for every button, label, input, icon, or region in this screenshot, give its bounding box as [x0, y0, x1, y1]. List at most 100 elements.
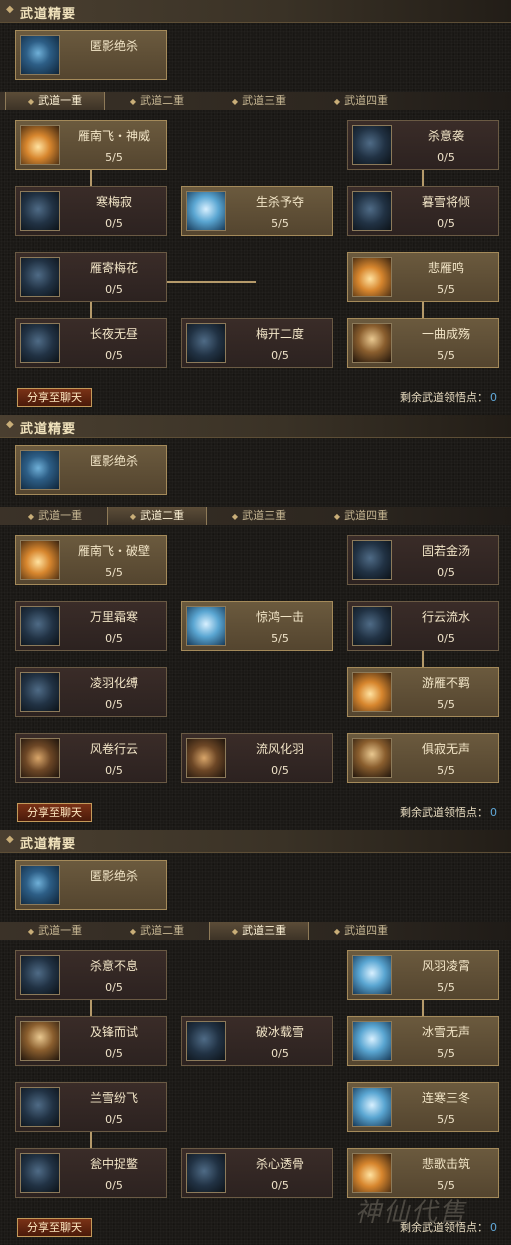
- tab-tier-1[interactable]: ◆ 武道一重: [5, 507, 105, 525]
- skill-level: 5/5: [437, 698, 455, 711]
- section-header: ◆ 武道精要: [0, 830, 511, 853]
- skill-name: 暮雪将倾: [421, 195, 470, 209]
- skill-card[interactable]: 俱寂无声 5/5: [347, 733, 499, 783]
- skill-card[interactable]: 固若金汤 0/5: [347, 535, 499, 585]
- skill-icon: [186, 191, 226, 231]
- diamond-icon: ◆: [6, 4, 14, 15]
- skill-card[interactable]: 兰雪纷飞 0/5: [15, 1082, 167, 1132]
- tab-label: 武道二重: [140, 924, 185, 937]
- tab-diamond-icon: ◆: [333, 512, 341, 521]
- essence-skill-card[interactable]: 匿影绝杀: [15, 860, 167, 910]
- share-to-chat-button[interactable]: 分享至聊天: [17, 1218, 92, 1237]
- tree-connector: [90, 170, 92, 186]
- skill-card[interactable]: 杀意不息 0/5: [15, 950, 167, 1000]
- skill-icon: [20, 672, 60, 712]
- tier-tabs: ◆ 武道一重 ◆ 武道二重 ◆ 武道三重 ◆ 武道四重: [0, 92, 511, 110]
- skill-card[interactable]: 及锋而试 0/5: [15, 1016, 167, 1066]
- tab-tier-1[interactable]: ◆ 武道一重: [5, 922, 105, 940]
- diamond-icon: ◆: [6, 834, 14, 845]
- skill-card[interactable]: 惊鸿一击 5/5: [181, 601, 333, 651]
- skill-card[interactable]: 寒梅寂 0/5: [15, 186, 167, 236]
- skill-card[interactable]: 风羽凌霄 5/5: [347, 950, 499, 1000]
- skill-name: 风羽凌霄: [421, 959, 470, 973]
- skill-level: 0/5: [437, 151, 455, 164]
- skill-card[interactable]: 一曲成殇 5/5: [347, 318, 499, 368]
- skill-card[interactable]: 雁南飞・神威 5/5: [15, 120, 167, 170]
- skill-card[interactable]: 冰雪无声 5/5: [347, 1016, 499, 1066]
- skill-card[interactable]: 游雁不羁 5/5: [347, 667, 499, 717]
- skill-name: 雁南飞・神威: [77, 129, 150, 143]
- tab-diamond-icon: ◆: [231, 512, 239, 521]
- tab-diamond-icon: ◆: [129, 927, 137, 936]
- skill-level: 0/5: [437, 217, 455, 230]
- skill-name: 梅开二度: [255, 327, 304, 341]
- tab-tier-2[interactable]: ◆ 武道二重: [107, 507, 207, 525]
- tab-label: 武道三重: [242, 509, 287, 522]
- skill-card[interactable]: 梅开二度 0/5: [181, 318, 333, 368]
- tab-label: 武道一重: [38, 509, 83, 522]
- tab-tier-3[interactable]: ◆ 武道三重: [209, 92, 309, 110]
- skill-card[interactable]: 悲歌击筑 5/5: [347, 1148, 499, 1198]
- skill-icon: [20, 125, 60, 165]
- tab-tier-4[interactable]: ◆ 武道四重: [311, 92, 411, 110]
- skill-icon: [20, 955, 60, 995]
- skill-card[interactable]: 杀意袭 0/5: [347, 120, 499, 170]
- tree-connector: [422, 302, 424, 318]
- skill-card[interactable]: 万里霜寒 0/5: [15, 601, 167, 651]
- skill-level: 5/5: [437, 283, 455, 296]
- tree-connector: [422, 170, 424, 186]
- essence-skill-icon: [20, 865, 60, 905]
- skill-name: 连寒三冬: [421, 1091, 470, 1105]
- skill-name: 寒梅寂: [95, 195, 132, 209]
- skill-icon: [352, 606, 392, 646]
- skill-level: 5/5: [437, 1179, 455, 1192]
- skill-card[interactable]: 雁寄梅花 0/5: [15, 252, 167, 302]
- skill-card[interactable]: 风卷行云 0/5: [15, 733, 167, 783]
- essence-skill-card[interactable]: 匿影绝杀: [15, 30, 167, 80]
- skill-name: 游雁不羁: [421, 676, 470, 690]
- share-to-chat-button[interactable]: 分享至聊天: [17, 388, 92, 407]
- skill-name: 瓮中捉鳖: [89, 1157, 138, 1171]
- martial-panel-3: ◆ 武道精要 匿影绝杀 ◆ 武道一重 ◆ 武道二重 ◆ 武道三重 ◆ 武道四重 杀意不息 0/5 风羽凌霄…: [0, 830, 511, 1245]
- skill-name: 惊鸿一击: [255, 610, 304, 624]
- skill-card[interactable]: 破冰载雪 0/5: [181, 1016, 333, 1066]
- tab-tier-4[interactable]: ◆ 武道四重: [311, 922, 411, 940]
- tab-diamond-icon: ◆: [129, 97, 137, 106]
- skill-icon: [186, 606, 226, 646]
- skill-card[interactable]: 悲雁鸣 5/5: [347, 252, 499, 302]
- skill-icon: [20, 257, 60, 297]
- tab-diamond-icon: ◆: [333, 927, 341, 936]
- tab-tier-1[interactable]: ◆ 武道一重: [5, 92, 105, 110]
- skill-icon: [352, 738, 392, 778]
- skill-name: 凌羽化缚: [89, 676, 138, 690]
- essence-skill-card[interactable]: 匿影绝杀: [15, 445, 167, 495]
- tab-tier-2[interactable]: ◆ 武道二重: [107, 92, 207, 110]
- tree-connector: [90, 302, 92, 318]
- share-to-chat-button[interactable]: 分享至聊天: [17, 803, 92, 822]
- skill-card[interactable]: 流风化羽 0/5: [181, 733, 333, 783]
- skill-card[interactable]: 暮雪将倾 0/5: [347, 186, 499, 236]
- tab-tier-3[interactable]: ◆ 武道三重: [209, 507, 309, 525]
- skill-card[interactable]: 连寒三冬 5/5: [347, 1082, 499, 1132]
- essence-skill-icon: [20, 450, 60, 490]
- skill-name: 兰雪纷飞: [89, 1091, 138, 1105]
- tab-tier-3[interactable]: ◆ 武道三重: [209, 922, 309, 940]
- skill-card[interactable]: 凌羽化缚 0/5: [15, 667, 167, 717]
- essence-skill-name: 匿影绝杀: [89, 454, 138, 468]
- section-title: 武道精要: [20, 422, 77, 437]
- skill-card[interactable]: 杀心透骨 0/5: [181, 1148, 333, 1198]
- skill-icon: [20, 191, 60, 231]
- skill-card[interactable]: 瓮中捉鳖 0/5: [15, 1148, 167, 1198]
- skill-card[interactable]: 生杀予夺 5/5: [181, 186, 333, 236]
- skill-level: 0/5: [105, 981, 123, 994]
- remaining-points: 剩余武道领悟点： 0: [400, 804, 497, 820]
- skill-card[interactable]: 行云流水 0/5: [347, 601, 499, 651]
- tab-tier-2[interactable]: ◆ 武道二重: [107, 922, 207, 940]
- tab-tier-4[interactable]: ◆ 武道四重: [311, 507, 411, 525]
- skill-name: 冰雪无声: [421, 1025, 470, 1039]
- skill-level: 0/5: [271, 1047, 289, 1060]
- skill-name: 流风化羽: [255, 742, 304, 756]
- skill-level: 5/5: [437, 981, 455, 994]
- skill-card[interactable]: 长夜无昼 0/5: [15, 318, 167, 368]
- skill-card[interactable]: 雁南飞・破壁 5/5: [15, 535, 167, 585]
